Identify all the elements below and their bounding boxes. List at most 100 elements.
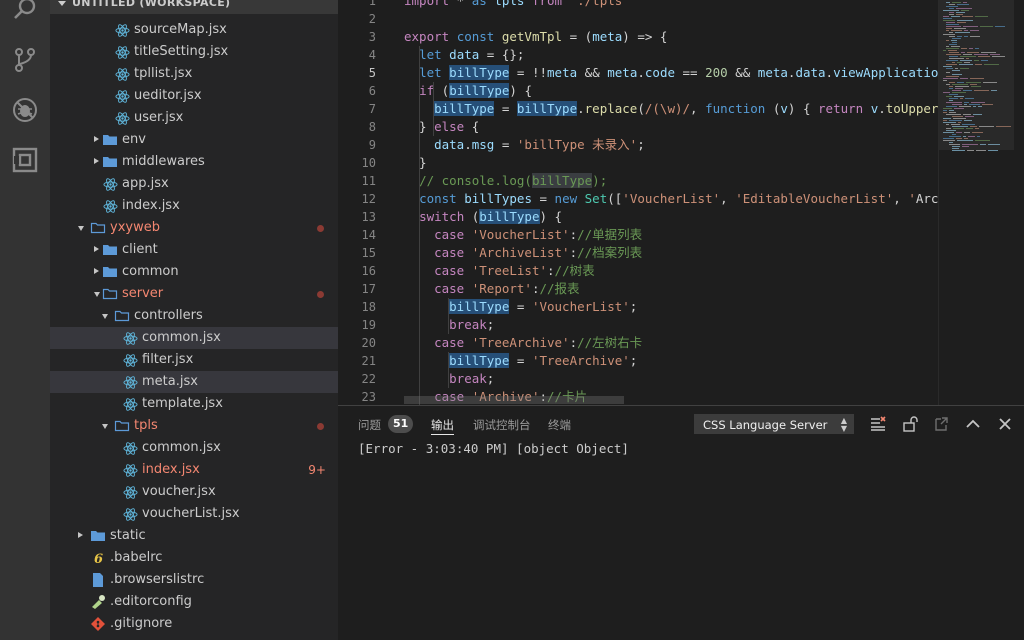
code-line[interactable]: case 'Report'://报表 <box>404 280 579 298</box>
code-line[interactable]: let billType = !!meta && meta.code == 20… <box>404 64 938 82</box>
tree-file[interactable]: template.jsx <box>50 393 338 415</box>
code-line[interactable]: import * as tpls from './tpls' <box>404 0 630 10</box>
line-number: 6 <box>368 84 376 98</box>
chevron-down-icon[interactable] <box>102 424 108 429</box>
tab-output[interactable]: 输出 <box>431 416 454 435</box>
close-panel-icon[interactable] <box>995 414 1015 434</box>
tree-file[interactable]: .browserslistrc <box>50 569 338 591</box>
tree-file[interactable]: .editorconfig <box>50 591 338 613</box>
tree-folder[interactable]: static <box>50 525 338 547</box>
tree-file[interactable]: voucher.jsx <box>50 481 338 503</box>
tree-item-label: tpllist.jsx <box>134 66 193 81</box>
tab-terminal[interactable]: 终端 <box>548 416 571 434</box>
workspace-title: UNTITLED (WORKSPACE) <box>72 0 231 9</box>
tree-folder[interactable]: client <box>50 239 338 261</box>
tree-folder[interactable]: yxyweb <box>50 217 338 239</box>
tree-item-label: yxyweb <box>110 220 160 235</box>
code-line[interactable]: if (billType) { <box>404 82 532 100</box>
code-area[interactable]: import * as tpls from './tpls' export con… <box>404 0 938 405</box>
workspace-header[interactable]: UNTITLED (WORKSPACE) <box>50 0 338 14</box>
tree-file[interactable]: app.jsx <box>50 173 338 195</box>
code-line[interactable]: billType = 'VoucherList'; <box>404 298 637 316</box>
open-log-icon[interactable] <box>931 414 951 434</box>
tree-folder[interactable]: common <box>50 261 338 283</box>
tree-item-label: .babelrc <box>110 550 163 565</box>
chevron-down-icon[interactable] <box>78 226 84 231</box>
code-line[interactable]: case 'VoucherList'://单据列表 <box>404 226 642 244</box>
line-number: 13 <box>361 210 376 224</box>
code-line[interactable]: billType = 'TreeArchive'; <box>404 352 637 370</box>
source-control-icon[interactable] <box>12 47 38 73</box>
tree-file[interactable]: user.jsx <box>50 107 338 129</box>
tree-folder[interactable]: env <box>50 129 338 151</box>
tree-folder[interactable]: middlewares <box>50 151 338 173</box>
code-line[interactable]: } <box>404 154 427 172</box>
chevron-right-icon[interactable] <box>78 532 83 538</box>
search-icon[interactable] <box>12 0 38 22</box>
code-line[interactable]: switch (billType) { <box>404 208 562 226</box>
tree-item-label: static <box>110 528 146 543</box>
minimap-slider[interactable] <box>939 0 1015 150</box>
tree-file[interactable]: tpllist.jsx <box>50 63 338 85</box>
react-file-icon <box>114 66 130 82</box>
react-file-icon <box>122 330 138 346</box>
folder-icon <box>102 264 118 280</box>
chevron-right-icon[interactable] <box>94 136 99 142</box>
tree-file[interactable]: common.jsx <box>50 437 338 459</box>
code-line[interactable]: data.msg = 'billType 未录入'; <box>404 136 645 154</box>
tree-file[interactable]: filter.jsx <box>50 349 338 371</box>
code-line[interactable]: export const getVmTpl = (meta) => { <box>404 28 667 46</box>
react-file-icon <box>122 352 138 368</box>
tab-problems[interactable]: 问题 <box>358 416 381 434</box>
explorer-sidebar: UNTITLED (WORKSPACE) sourceMap.jsx titleS… <box>50 0 338 640</box>
code-line[interactable]: billType = billType.replace(/(\w)/, func… <box>404 100 938 118</box>
code-line[interactable]: break; <box>404 316 494 334</box>
minimap[interactable] <box>938 0 1015 405</box>
chevron-right-icon[interactable] <box>94 158 99 164</box>
code-line[interactable]: let data = {}; <box>404 46 524 64</box>
code-line[interactable]: const billTypes = new Set(['VoucherList'… <box>404 190 938 208</box>
tree-file[interactable]: 6 .babelrc <box>50 547 338 569</box>
tree-file[interactable]: index.jsx <box>50 195 338 217</box>
tree-folder[interactable]: server <box>50 283 338 305</box>
chevron-right-icon[interactable] <box>94 246 99 252</box>
tree-item-label: common <box>122 264 179 279</box>
tree-folder[interactable]: controllers <box>50 305 338 327</box>
tree-file[interactable]: voucherList.jsx <box>50 503 338 525</box>
tree-item-label: index.jsx <box>122 198 180 213</box>
code-line[interactable]: case 'ArchiveList'://档案列表 <box>404 244 642 262</box>
debug-icon[interactable] <box>12 97 38 123</box>
tree-item-label: env <box>122 132 146 147</box>
lock-scroll-icon[interactable] <box>900 414 920 434</box>
code-line[interactable]: break; <box>404 370 494 388</box>
folder-open-icon <box>114 418 130 434</box>
tree-file[interactable]: sourceMap.jsx <box>50 19 338 41</box>
chevron-down-icon[interactable] <box>102 314 108 319</box>
tree-folder[interactable]: tpls <box>50 415 338 437</box>
folder-open-icon <box>114 308 130 324</box>
extensions-icon[interactable] <box>12 147 38 173</box>
horizontal-scrollbar[interactable] <box>404 396 624 404</box>
code-line[interactable]: // console.log(billType); <box>404 172 607 190</box>
tree-file[interactable]: meta.jsx <box>50 371 338 393</box>
tree-file[interactable]: ueditor.jsx <box>50 85 338 107</box>
tree-file[interactable]: titleSetting.jsx <box>50 41 338 63</box>
maximize-panel-icon[interactable] <box>963 414 983 434</box>
chevron-down-icon[interactable] <box>94 292 100 297</box>
minimap-line <box>952 150 965 151</box>
code-line[interactable]: } else { <box>404 118 479 136</box>
tab-debug-console[interactable]: 调试控制台 <box>473 416 531 434</box>
tree-file[interactable]: .gitignore <box>50 613 338 635</box>
code-line[interactable]: case 'TreeList'://树表 <box>404 262 595 280</box>
code-line[interactable]: case 'TreeArchive'://左树右卡 <box>404 334 642 352</box>
output-channel-select[interactable]: CSS Language Server ▲ ▼ <box>694 414 854 434</box>
clear-output-icon[interactable] <box>868 414 888 434</box>
tree-item-label: meta.jsx <box>142 374 198 389</box>
tree-file[interactable]: index.jsx 9+ <box>50 459 338 481</box>
code-editor[interactable]: 1 2 3 4 5 6 7 8 9 10 11 12 13 14 15 16 17 18 19 20 21 22 23 im… <box>338 0 1024 405</box>
vertical-scrollbar[interactable] <box>1014 0 1024 405</box>
modified-dot-indicator <box>317 423 324 430</box>
tree-file[interactable]: common.jsx <box>50 327 338 349</box>
bottom-panel: 问题 51 输出 调试控制台 终端 CSS Language Server ▲ ▼… <box>338 405 1024 640</box>
chevron-right-icon[interactable] <box>94 268 99 274</box>
